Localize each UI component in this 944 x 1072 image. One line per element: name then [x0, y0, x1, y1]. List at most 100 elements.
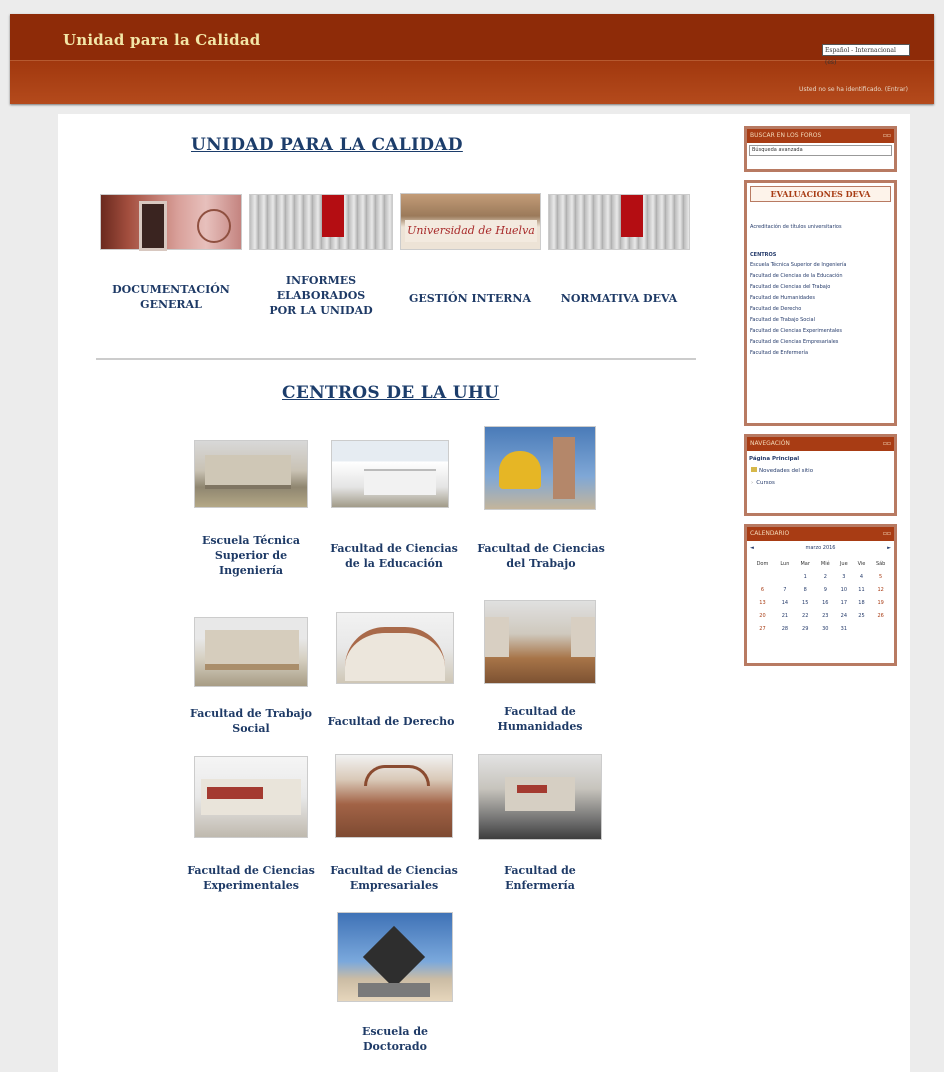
calendar-day[interactable]: 23 [816, 609, 835, 622]
folder-icon [751, 467, 757, 472]
center-label-empresariales[interactable]: Facultad de Ciencias Empresariales [324, 863, 464, 893]
calendar-day[interactable]: 31 [835, 622, 853, 635]
calendar-day[interactable]: 13 [750, 596, 775, 609]
deva-title: EVALUACIONES DEVA [750, 186, 891, 202]
calendar-day[interactable]: 20 [750, 609, 775, 622]
calendar-day[interactable]: 3 [835, 570, 853, 583]
deva-link[interactable]: Acreditación de títulos universitarios [750, 224, 891, 230]
calendar-day[interactable]: 7 [775, 583, 795, 596]
arrow-icon: › [751, 480, 754, 486]
center-label-experimentales[interactable]: Facultad de Ciencias Experimentales [178, 863, 324, 893]
nav-item-courses[interactable]: › Cursos [749, 477, 892, 489]
section-image-gestion[interactable]: Universidad de Huelva [400, 193, 541, 250]
calendar-day[interactable]: 4 [853, 570, 871, 583]
calendar-day[interactable]: 27 [750, 622, 775, 635]
list-item[interactable]: Facultad de Ciencias del Trabajo [750, 282, 891, 293]
calendar-day[interactable]: 6 [750, 583, 775, 596]
nav-item-news[interactable]: Novedades del sitio [749, 465, 892, 477]
center-label-doctorado[interactable]: Escuela de Doctorado [337, 1024, 453, 1054]
center-image-derecho[interactable] [336, 612, 454, 684]
center-image-doctorado[interactable] [337, 912, 453, 1002]
calendar-day[interactable]: 12 [870, 583, 891, 596]
list-item[interactable]: Escuela Técnica Superior de Ingeniería [750, 260, 891, 271]
site-title-link[interactable]: Unidad para la Calidad [63, 31, 260, 49]
weekday-label: Vie [857, 560, 866, 567]
calendar-day [853, 622, 871, 635]
calendar-day[interactable]: 11 [853, 583, 871, 596]
section-label-normativa[interactable]: NORMATIVA DEVA [548, 291, 690, 306]
center-image-etsi[interactable] [194, 440, 308, 508]
calendar-day[interactable]: 5 [870, 570, 891, 583]
center-label-trabajo-social[interactable]: Facultad de Trabajo Social [184, 706, 318, 736]
calendar-day [750, 570, 775, 583]
list-item[interactable]: Facultad de Ciencias Empresariales [750, 337, 891, 348]
weekday-label: Mar [800, 560, 810, 567]
calendar-day[interactable]: 15 [795, 596, 816, 609]
search-forums-block: BUSCAR EN LOS FOROS ▫▫ Búsqueda avanzada [744, 126, 897, 172]
weekday-label: Lun [780, 560, 790, 567]
calendar-month: marzo 2016 [805, 545, 836, 551]
center-label-enfermeria[interactable]: Facultad de Enfermería [478, 863, 602, 893]
deva-block: EVALUACIONES DEVA Acreditación de título… [744, 180, 897, 426]
list-item[interactable]: Facultad de Humanidades [750, 293, 891, 304]
list-item[interactable]: Facultad de Enfermería [750, 348, 891, 359]
language-select[interactable]: Español - Internacional (es) [822, 44, 910, 66]
list-item[interactable]: Facultad de Trabajo Social [750, 315, 891, 326]
center-image-trabajo-social[interactable] [194, 617, 308, 687]
section-image-documentacion[interactable] [100, 194, 242, 251]
center-label-educacion[interactable]: Facultad de Ciencias de la Educación [324, 541, 464, 571]
block-title: NAVEGACIÓN [750, 440, 790, 447]
page-title: UNIDAD PARA LA CALIDAD [191, 135, 463, 155]
center-image-experimentales[interactable] [194, 756, 308, 838]
block-controls-icon[interactable]: ▫▫ [883, 129, 891, 143]
calendar-day[interactable]: 10 [835, 583, 853, 596]
block-header: NAVEGACIÓN ▫▫ [747, 437, 894, 451]
center-label-derecho[interactable]: Facultad de Derecho [316, 714, 466, 729]
calendar-day[interactable]: 26 [870, 609, 891, 622]
center-label-etsi[interactable]: Escuela Técnica Superior de Ingeniería [194, 533, 308, 578]
calendar-day [870, 622, 891, 635]
list-item[interactable]: Facultad de Ciencias Experimentales [750, 326, 891, 337]
nav-item-courses-label: Cursos [756, 480, 775, 486]
block-controls-icon[interactable]: ▫▫ [883, 437, 891, 451]
list-item[interactable]: Facultad de Derecho [750, 304, 891, 315]
nav-item-home[interactable]: Página Principal [749, 453, 892, 465]
center-image-humanidades[interactable] [484, 600, 596, 684]
banner-text: Universidad de Huelva [405, 220, 537, 242]
calendar-day[interactable]: 16 [816, 596, 835, 609]
forum-search-input[interactable]: Búsqueda avanzada [749, 145, 892, 156]
section-image-informes[interactable] [249, 194, 393, 250]
block-header: BUSCAR EN LOS FOROS ▫▫ [747, 129, 894, 143]
list-item[interactable]: Facultad de Ciencias de la Educación [750, 271, 891, 282]
calendar-day[interactable]: 1 [795, 570, 816, 583]
calendar-day[interactable]: 25 [853, 609, 871, 622]
section-label-documentacion[interactable]: DOCUMENTACIÓN GENERAL [100, 282, 242, 312]
calendar-day[interactable]: 24 [835, 609, 853, 622]
calendar-day[interactable]: 8 [795, 583, 816, 596]
calendar-day[interactable]: 22 [795, 609, 816, 622]
calendar-day[interactable]: 17 [835, 596, 853, 609]
deva-heading: CENTROS [750, 252, 777, 258]
section-label-informes[interactable]: INFORMES ELABORADOS POR LA UNIDAD [249, 273, 393, 318]
center-image-enfermeria[interactable] [478, 754, 602, 840]
center-label-trabajo[interactable]: Facultad de Ciencias del Trabajo [474, 541, 608, 571]
section-image-normativa[interactable] [548, 194, 690, 250]
calendar-day[interactable]: 18 [853, 596, 871, 609]
center-image-educacion[interactable] [331, 440, 449, 508]
calendar-day[interactable]: 21 [775, 609, 795, 622]
center-image-empresariales[interactable] [335, 754, 453, 838]
calendar-day[interactable]: 28 [775, 622, 795, 635]
calendar-day[interactable]: 19 [870, 596, 891, 609]
login-info[interactable]: Usted no se ha identificado. (Entrar) [799, 86, 908, 93]
calendar-day[interactable]: 14 [775, 596, 795, 609]
center-image-trabajo[interactable] [484, 426, 596, 510]
next-month-button[interactable]: ► [887, 545, 891, 551]
block-controls-icon[interactable]: ▫▫ [883, 527, 891, 541]
section-label-gestion[interactable]: GESTIÓN INTERNA [400, 291, 540, 306]
navigation-block: NAVEGACIÓN ▫▫ Página Principal Novedades… [744, 434, 897, 516]
calendar-day[interactable]: 2 [816, 570, 835, 583]
center-label-humanidades[interactable]: Facultad de Humanidades [484, 704, 596, 734]
calendar-day[interactable]: 30 [816, 622, 835, 635]
calendar-day[interactable]: 9 [816, 583, 835, 596]
calendar-day[interactable]: 29 [795, 622, 816, 635]
